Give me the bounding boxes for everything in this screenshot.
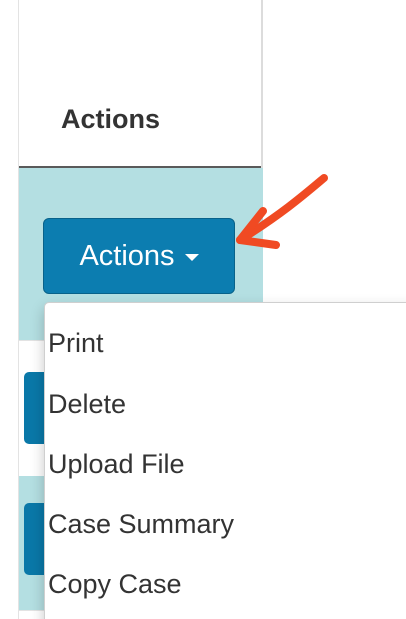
actions-button-label: Actions	[79, 239, 175, 272]
column-header-label: Actions	[61, 104, 161, 134]
column-divider	[261, 0, 263, 168]
menu-item-delete[interactable]: Delete	[48, 389, 126, 420]
actions-dropdown-button[interactable]: Actions	[43, 218, 235, 294]
menu-item-case-summary[interactable]: Case Summary	[48, 509, 234, 540]
menu-item-copy-case[interactable]: Copy Case	[48, 569, 182, 600]
caret-down-icon	[184, 254, 199, 261]
menu-item-upload-file[interactable]: Upload File	[48, 449, 185, 480]
column-header-cell: Actions	[19, 0, 263, 168]
screenshot-stage: Actions Actions Print Delete Upload File…	[0, 0, 406, 619]
menu-item-print[interactable]: Print	[48, 328, 104, 359]
